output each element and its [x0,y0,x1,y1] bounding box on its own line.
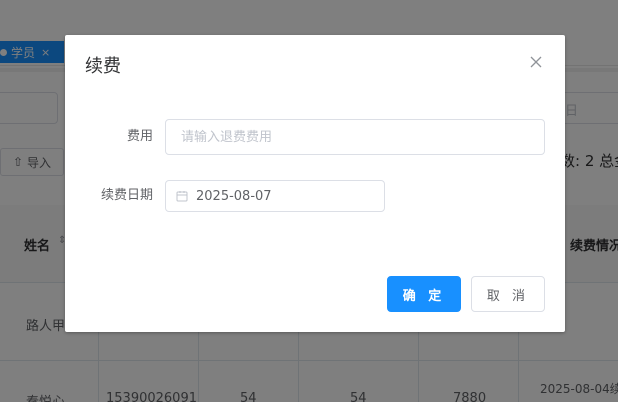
cancel-button[interactable]: 取 消 [471,276,545,312]
fee-label: 费用 [126,129,153,144]
renew-date-picker[interactable]: 2025-08-07 [165,180,385,212]
calendar-icon [176,189,190,203]
renew-date-value: 2025-08-07 [196,188,272,204]
renew-dialog: 续费 费用 续费日期 2025-08-07 确 定 取 消 [65,35,565,332]
confirm-button[interactable]: 确 定 [387,276,461,312]
renew-date-label: 续费日期 [100,188,153,203]
dialog-title: 续费 [85,56,121,77]
fee-input[interactable] [165,119,545,155]
close-icon[interactable] [527,53,545,71]
